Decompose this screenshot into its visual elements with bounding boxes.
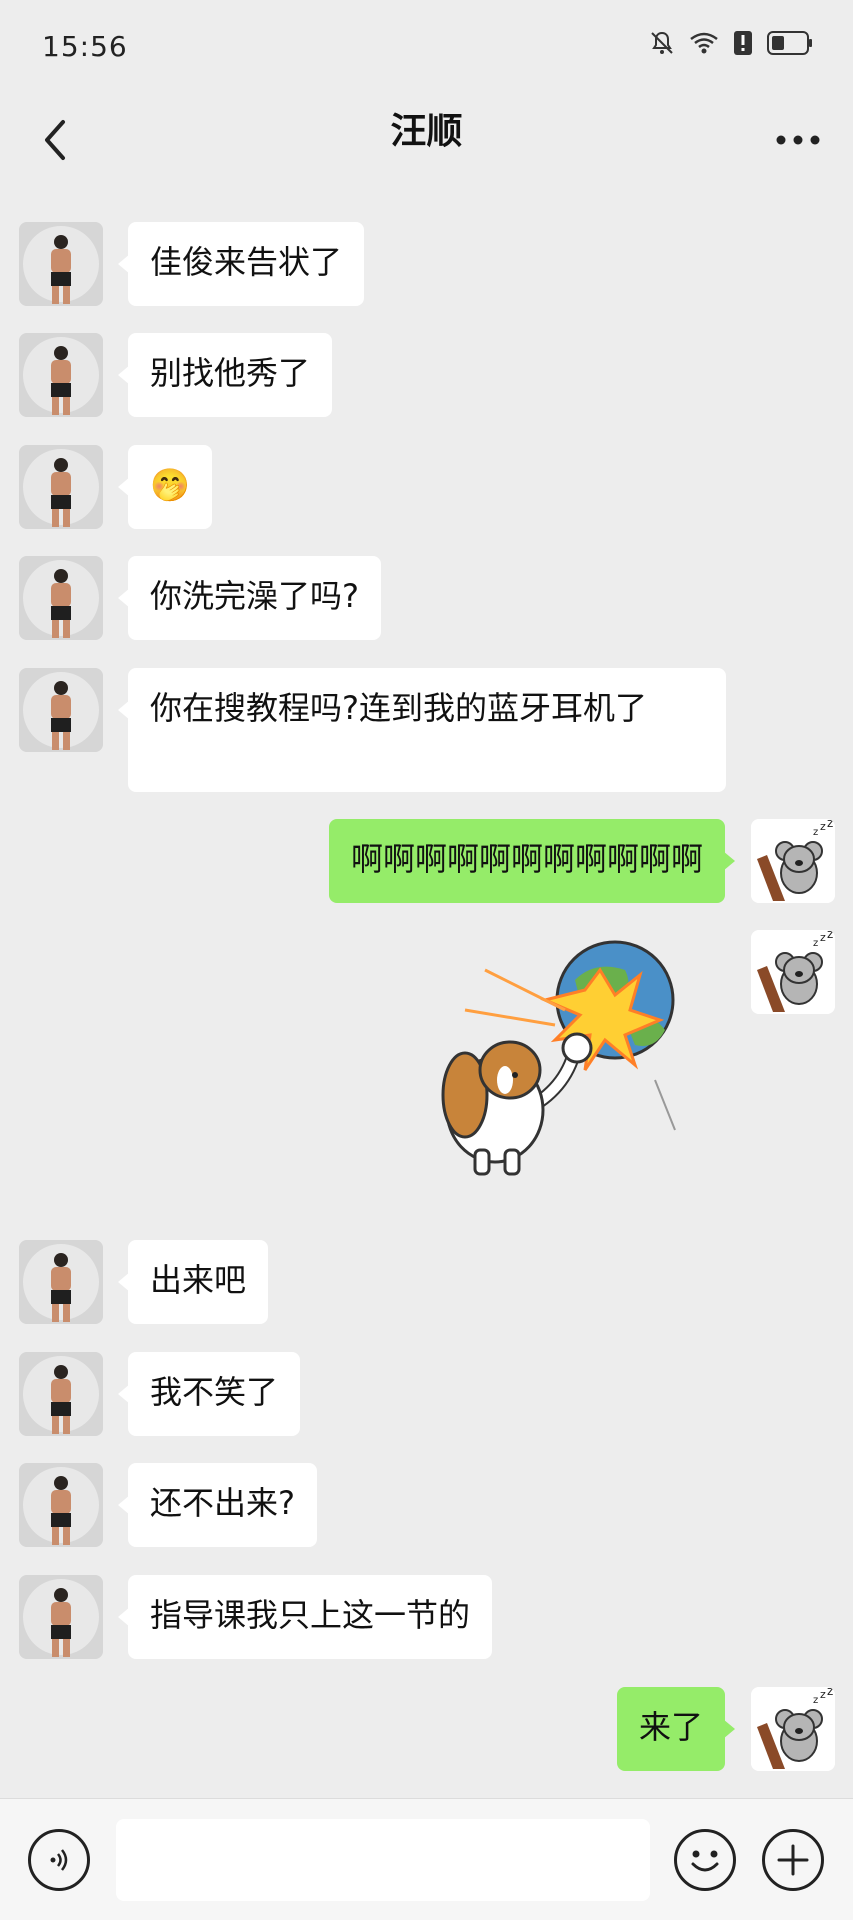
dog-punching-earth-sticker[interactable]	[425, 930, 725, 1190]
svg-text:z: z	[827, 819, 833, 830]
plus-icon	[777, 1844, 809, 1876]
my-avatar[interactable]: zzz	[751, 930, 835, 1014]
battery-icon	[767, 30, 813, 60]
svg-text:z: z	[820, 820, 826, 833]
more-button[interactable]	[763, 112, 833, 168]
incoming-message-bubble[interactable]: 你在搜教程吗?连到我的蓝牙耳机了	[118, 668, 726, 792]
input-bar	[0, 1798, 853, 1920]
status-bar: 15:56	[0, 0, 853, 92]
status-icons	[649, 30, 813, 60]
incoming-message-bubble[interactable]: 还不出来?	[118, 1463, 317, 1547]
incoming-message-bubble[interactable]: 出来吧	[117, 1240, 269, 1324]
voice-icon	[50, 1849, 68, 1871]
emoji-button[interactable]	[674, 1829, 736, 1891]
chat-title: 汪顺	[390, 111, 463, 152]
my-avatar[interactable]: zzz	[751, 1687, 835, 1771]
status-time: 15:56	[42, 30, 128, 63]
incoming-emoji-bubble[interactable]: 🤭	[118, 445, 212, 529]
incoming-message-bubble[interactable]: 别找他秀了	[117, 333, 333, 417]
contact-avatar[interactable]	[19, 1575, 103, 1659]
contact-avatar[interactable]	[19, 333, 103, 417]
contact-avatar[interactable]	[19, 1352, 103, 1436]
contact-avatar[interactable]	[19, 556, 103, 640]
alert-icon	[733, 30, 753, 60]
emoji-icon	[691, 1850, 719, 1872]
voice-button[interactable]	[28, 1829, 90, 1891]
svg-text:z: z	[813, 827, 818, 838]
contact-avatar[interactable]	[19, 445, 103, 529]
incoming-message-bubble[interactable]: 佳俊来告状了	[117, 222, 365, 306]
my-avatar[interactable]: zzz	[751, 819, 835, 903]
svg-text:z: z	[827, 930, 833, 941]
svg-text:z: z	[827, 1687, 833, 1698]
contact-avatar[interactable]	[19, 668, 103, 752]
outgoing-message-bubble[interactable]: 啊啊啊啊啊啊啊啊啊啊啊	[328, 819, 736, 903]
incoming-message-bubble[interactable]: 指导课我只上这一节的	[117, 1575, 493, 1659]
svg-text:z: z	[820, 1688, 826, 1701]
svg-text:z: z	[813, 938, 818, 949]
outgoing-message-bubble[interactable]: 来了	[616, 1687, 736, 1771]
incoming-message-bubble[interactable]: 你洗完澡了吗?	[118, 556, 381, 640]
contact-avatar[interactable]	[19, 1463, 103, 1547]
svg-text:z: z	[813, 1695, 818, 1706]
more-dots-icon	[776, 135, 820, 145]
message-input[interactable]	[116, 1819, 650, 1901]
nav-bar: 汪顺	[0, 92, 853, 188]
contact-avatar[interactable]	[19, 222, 103, 306]
contact-avatar[interactable]	[19, 1240, 103, 1324]
mute-bell-icon	[649, 30, 675, 60]
incoming-message-bubble[interactable]: 我不笑了	[117, 1352, 301, 1436]
more-functions-button[interactable]	[762, 1829, 824, 1891]
wifi-icon	[689, 31, 719, 59]
svg-text:z: z	[820, 931, 826, 944]
